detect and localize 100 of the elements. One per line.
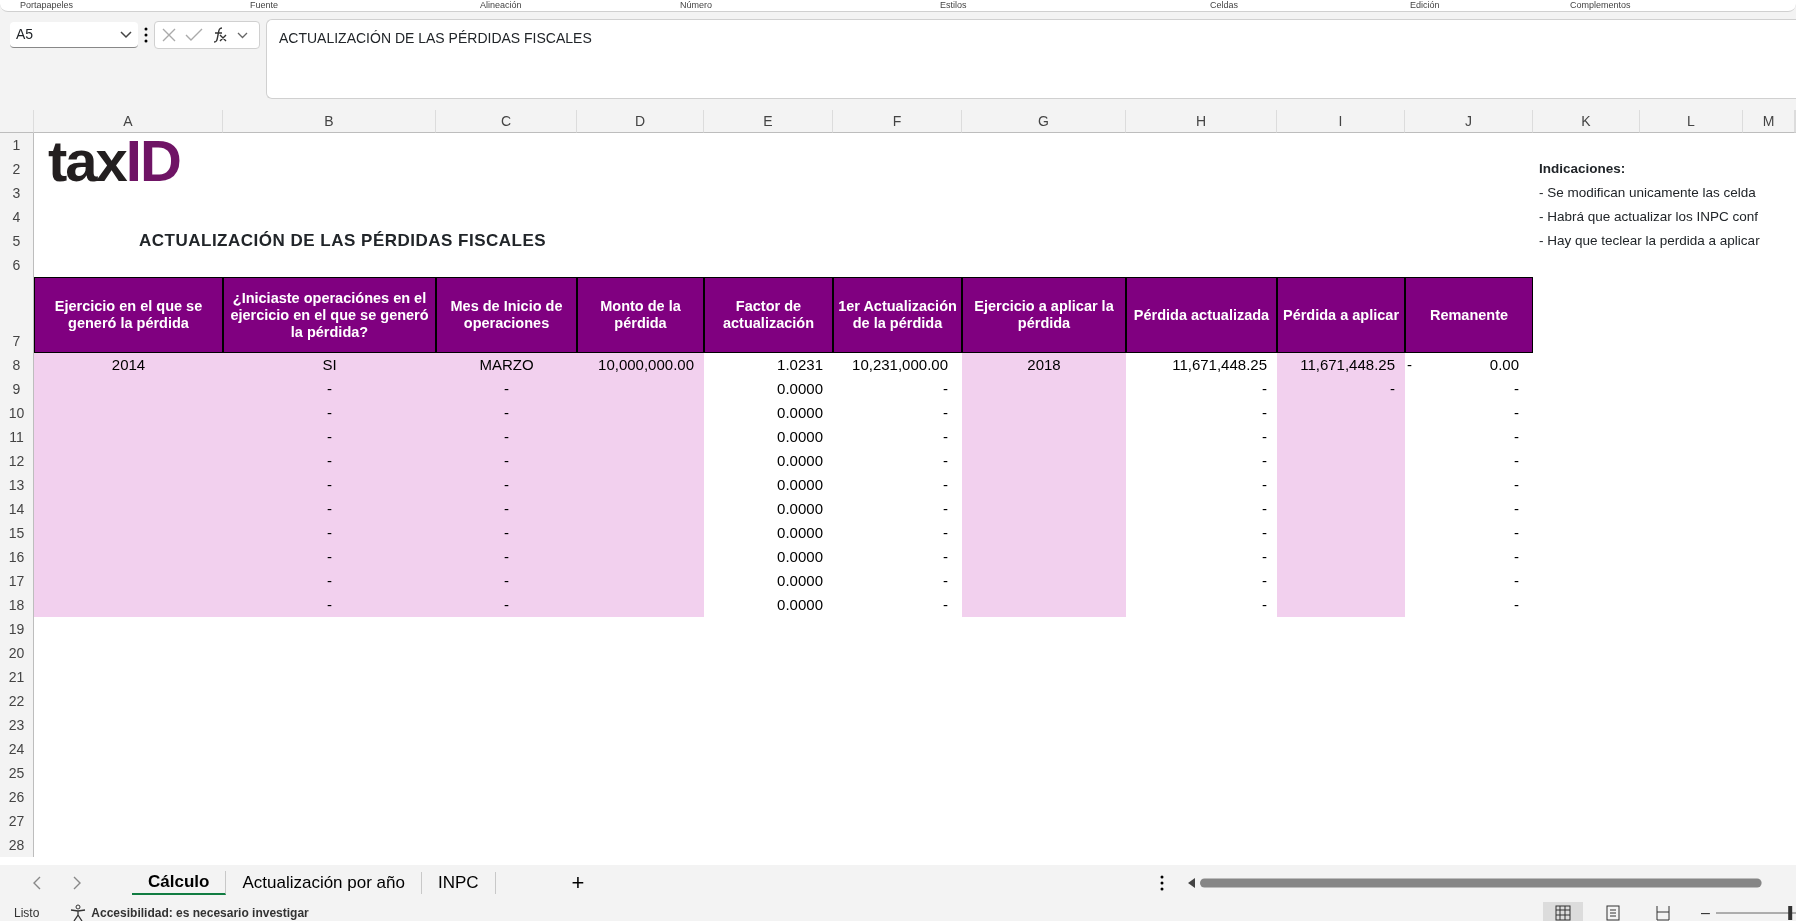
column-heading: Factor de actualización <box>704 277 833 353</box>
table-cell: - <box>436 401 577 425</box>
caret-icon[interactable] <box>237 31 248 39</box>
table-cell-text: 0.0000 <box>776 379 824 399</box>
column-header[interactable]: I <box>1277 110 1405 133</box>
more-options-icon[interactable] <box>144 27 148 43</box>
column-heading: 1er Actualización de la pérdida <box>833 277 962 353</box>
table-cell: - <box>223 377 436 401</box>
column-header[interactable]: E <box>704 110 833 133</box>
column-header[interactable]: K <box>1533 110 1640 133</box>
table-cell-text: 0.0000 <box>776 403 824 423</box>
more-options-icon[interactable] <box>1160 875 1165 891</box>
table-cell-text: - <box>1261 403 1268 423</box>
row-header[interactable]: 18 <box>0 593 34 617</box>
table-cell-text: - <box>1513 475 1520 495</box>
add-sheet-button[interactable]: + <box>555 872 601 894</box>
row-header[interactable]: 25 <box>0 761 34 785</box>
sheet-tab[interactable]: Actualización por año <box>226 872 422 894</box>
column-heading: Pérdida actualizada <box>1126 277 1277 353</box>
accessibility-status[interactable]: Accesibilidad: es necesario investigar <box>91 904 309 921</box>
row-header[interactable]: 20 <box>0 641 34 665</box>
table-cell-text: 0.0000 <box>776 595 824 615</box>
column-header[interactable]: B <box>223 110 436 133</box>
table-cell-text: 11,671,448.25 <box>1171 355 1268 375</box>
row-header[interactable]: 7 <box>0 277 34 353</box>
ribbon-group-label: Alineación <box>480 0 523 11</box>
zoom-out-button[interactable]: – <box>1701 901 1710 921</box>
column-header[interactable]: D <box>577 110 704 133</box>
table-cell: - <box>223 569 436 593</box>
formula-field[interactable]: ACTUALIZACIÓN DE LAS PÉRDIDAS FISCALES <box>266 19 1796 99</box>
table-cell: - <box>436 449 577 473</box>
table-cell-text: - <box>942 475 949 495</box>
row-header[interactable]: 8 <box>0 353 34 377</box>
table-cell: - <box>436 569 577 593</box>
row-header[interactable]: 6 <box>0 253 34 277</box>
row-header[interactable]: 16 <box>0 545 34 569</box>
table-cell-text: - <box>942 427 949 447</box>
column-header[interactable]: J <box>1405 110 1533 133</box>
table-cell-text: - <box>1261 379 1268 399</box>
row-header[interactable]: 26 <box>0 785 34 809</box>
row-header[interactable]: 1 <box>0 133 34 157</box>
caret-icon <box>120 30 132 39</box>
column-heading: Monto de la pérdida <box>577 277 704 353</box>
row-header[interactable]: 19 <box>0 617 34 641</box>
row-header[interactable]: 10 <box>0 401 34 425</box>
accessibility-icon[interactable] <box>69 904 88 921</box>
table-cell: - <box>223 473 436 497</box>
slider-thumb[interactable] <box>1788 906 1793 920</box>
table-cell: MARZO <box>436 353 577 377</box>
row-header[interactable]: 9 <box>0 377 34 401</box>
function-icon[interactable] <box>211 26 229 44</box>
column-header[interactable]: H <box>1126 110 1277 133</box>
table-cell-text: - <box>1261 451 1268 471</box>
row-header[interactable]: 22 <box>0 689 34 713</box>
row-header[interactable]: 24 <box>0 737 34 761</box>
row-header[interactable]: 28 <box>0 833 34 857</box>
table-cell: SI <box>223 353 436 377</box>
column-heading: Ejercicio a aplicar la pérdida <box>962 277 1126 353</box>
check-icon[interactable] <box>185 28 203 42</box>
table-cell-text: - <box>942 523 949 543</box>
row-header[interactable]: 3 <box>0 181 34 205</box>
column-header[interactable]: C <box>436 110 577 133</box>
column-header[interactable]: L <box>1640 110 1743 133</box>
name-box[interactable]: A5 <box>10 22 138 48</box>
table-cell-text: - <box>942 379 949 399</box>
row-header[interactable]: 11 <box>0 425 34 449</box>
table-cell-text: - <box>1261 547 1268 567</box>
table-cell-text: - <box>1513 403 1520 423</box>
column-header[interactable]: M <box>1743 110 1795 133</box>
row-header[interactable]: 5 <box>0 229 34 253</box>
row-header[interactable]: 23 <box>0 713 34 737</box>
row-header[interactable]: 21 <box>0 665 34 689</box>
sheet-tab[interactable]: INPC <box>421 872 496 894</box>
table-cell-text: - <box>1261 523 1268 543</box>
row-header[interactable]: 12 <box>0 449 34 473</box>
table-cell-text: 0.0000 <box>776 427 824 447</box>
table-cell-text: - <box>1261 475 1268 495</box>
table-cell: - <box>223 449 436 473</box>
column-header[interactable]: F <box>833 110 962 133</box>
column-header[interactable]: G <box>962 110 1126 133</box>
sheet-tab[interactable]: Cálculo <box>132 871 227 895</box>
table-cell: - <box>436 473 577 497</box>
table-cell-text: - <box>1261 571 1268 591</box>
row-header[interactable]: 15 <box>0 521 34 545</box>
table-cell-text: - <box>942 499 949 519</box>
normal-view-button[interactable] <box>1543 902 1584 921</box>
row-header[interactable]: 13 <box>0 473 34 497</box>
row-header[interactable]: 2 <box>0 157 34 181</box>
table-cell: - <box>436 593 577 617</box>
ribbon-group-label: Celdas <box>1210 0 1239 11</box>
column-header[interactable]: A <box>34 110 223 133</box>
row-header[interactable]: 17 <box>0 569 34 593</box>
table-cell: - <box>436 497 577 521</box>
logo: taxID <box>47 133 181 195</box>
ribbon-group-label: Fuente <box>250 0 280 11</box>
zoom-slider[interactable] <box>1716 904 1796 921</box>
ribbon-group-label: Portapapeles <box>20 0 75 11</box>
row-header[interactable]: 14 <box>0 497 34 521</box>
row-header[interactable]: 4 <box>0 205 34 229</box>
row-header[interactable]: 27 <box>0 809 34 833</box>
